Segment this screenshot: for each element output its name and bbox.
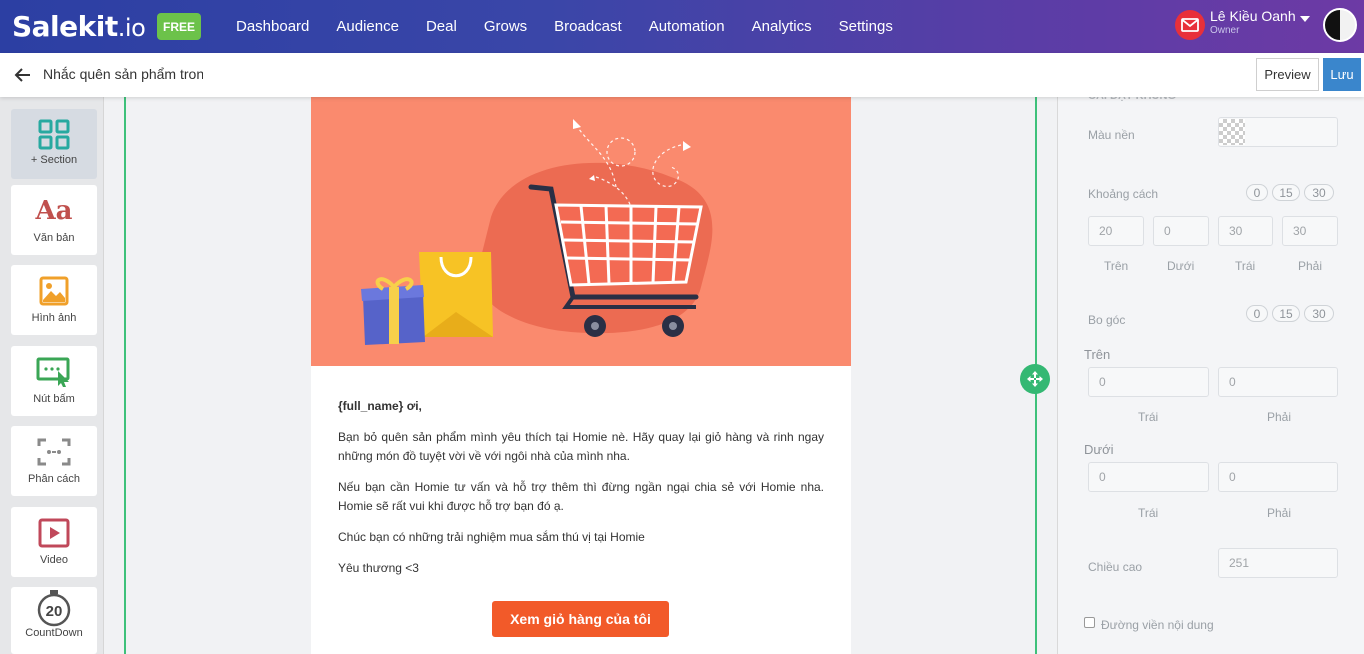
email-paragraph: Chúc bạn có những trải nghiệm mua sắm th… (338, 530, 645, 544)
radius-bottom-heading: Dưới (1084, 442, 1114, 457)
radius-preset-30[interactable]: 30 (1304, 305, 1334, 322)
button-cursor-icon (36, 355, 72, 389)
tool-label: Nút bấm (33, 393, 75, 405)
hero-image[interactable] (311, 97, 851, 366)
radius-bottom-right-input[interactable]: 0 (1218, 462, 1338, 492)
tool-label: + Section (30, 154, 78, 166)
nav-settings[interactable]: Settings (839, 18, 893, 35)
height-input[interactable]: 251 (1218, 548, 1338, 578)
tool-label: Phân cách (28, 473, 80, 485)
video-play-icon (38, 516, 70, 550)
user-name: Lê Kiều Oanh (1210, 8, 1296, 24)
border-label: Đường viền nội dung (1101, 618, 1214, 632)
radius-preset-15[interactable]: 15 (1272, 305, 1300, 322)
spacing-label: Khoảng cách (1088, 187, 1159, 201)
radius-bottom-left-label: Trái (1138, 506, 1159, 520)
spacing-right-input[interactable]: 30 (1282, 216, 1338, 246)
radius-label: Bo góc (1088, 313, 1126, 327)
email-content[interactable]: {full_name} ơi, Bạn bỏ quên sản phẩm mìn… (311, 97, 851, 654)
spacing-top-input[interactable]: 20 (1088, 216, 1144, 246)
height-label: Chiều cao (1088, 560, 1143, 574)
top-navbar: Salekit.io FREE Dashboard Audience Deal … (0, 0, 1364, 53)
preview-button[interactable]: Preview (1256, 58, 1319, 91)
email-paragraph: Nếu bạn cần Homie tư vấn và hỗ trợ thêm … (338, 480, 824, 513)
text-aa-icon: Aa (35, 196, 73, 226)
page-title[interactable]: Nhắc quên sản phẩm trong giỏ hàng (43, 66, 203, 82)
user-role: Owner (1210, 25, 1240, 36)
logo-suffix: .io (117, 14, 146, 42)
email-greeting: {full_name} ơi, (338, 399, 422, 413)
user-menu[interactable]: Lê Kiều Oanh Owner (1175, 8, 1296, 40)
view-cart-button[interactable]: Xem giỏ hàng của tôi (492, 601, 669, 637)
mail-notification-icon[interactable] (1175, 10, 1205, 40)
move-icon[interactable] (1020, 364, 1050, 394)
image-tool[interactable]: Hình ảnh (11, 265, 97, 335)
radius-top-right-input[interactable]: 0 (1218, 367, 1338, 397)
email-signoff: Yêu thương <3 (338, 561, 419, 575)
element-toolbar: + Section Aa Văn bản Hình ảnh Nút bấm Ph… (0, 97, 104, 654)
spacing-preset-15[interactable]: 15 (1272, 184, 1300, 201)
nav-dashboard[interactable]: Dashboard (236, 18, 309, 35)
email-paragraph: Bạn bỏ quên sản phẩm mình yêu thích tại … (338, 430, 824, 463)
countdown-tool[interactable]: 20 CountDown (11, 587, 97, 654)
countdown-timer-icon: 20 (36, 590, 72, 627)
radius-bottom-right-label: Phải (1267, 506, 1292, 520)
nav-audience[interactable]: Audience (336, 18, 399, 35)
radius-top-left-input[interactable]: 0 (1088, 367, 1209, 397)
spacing-bottom-label: Dưới (1167, 259, 1195, 273)
spacing-bottom-input[interactable]: 0 (1153, 216, 1209, 246)
text-tool[interactable]: Aa Văn bản (11, 185, 97, 255)
back-arrow-icon[interactable] (13, 65, 33, 85)
nav-analytics[interactable]: Analytics (752, 18, 812, 35)
profile-avatar[interactable] (1323, 8, 1357, 42)
spacing-top-label: Trên (1104, 259, 1129, 273)
spacing-preset-0[interactable]: 0 (1246, 184, 1268, 201)
background-label: Màu nền (1088, 128, 1135, 142)
salekit-logo[interactable]: Salekit.io (12, 10, 146, 43)
tool-label: CountDown (25, 627, 83, 639)
video-tool[interactable]: Video (11, 507, 97, 577)
radius-top-left-label: Trái (1138, 410, 1159, 424)
tool-label: Video (40, 554, 68, 566)
grid-section-icon (37, 118, 71, 152)
radius-top-right-label: Phải (1267, 410, 1292, 424)
nav-broadcast[interactable]: Broadcast (554, 18, 622, 35)
logo-text: Salekit (12, 10, 118, 43)
countdown-number: 20 (46, 603, 63, 620)
radius-top-heading: Trên (1084, 347, 1111, 362)
transparent-swatch[interactable] (1219, 119, 1245, 145)
spacing-left-label: Trái (1235, 259, 1256, 273)
nav-automation[interactable]: Automation (649, 18, 725, 35)
divider-icon (36, 435, 72, 469)
spacing-left-input[interactable]: 30 (1218, 216, 1273, 246)
nav-grows[interactable]: Grows (484, 18, 527, 35)
spacing-right-label: Phải (1298, 259, 1323, 273)
main-nav: Dashboard Audience Deal Grows Broadcast … (236, 0, 893, 53)
spacing-preset-30[interactable]: 30 (1304, 184, 1334, 201)
radius-bottom-left-input[interactable]: 0 (1088, 462, 1209, 492)
image-icon (39, 274, 69, 308)
plan-badge: FREE (157, 13, 201, 40)
radius-preset-0[interactable]: 0 (1246, 305, 1268, 322)
button-tool[interactable]: Nút bấm (11, 346, 97, 416)
tool-label: Hình ảnh (31, 312, 77, 324)
border-checkbox[interactable] (1084, 617, 1095, 628)
save-button[interactable]: Lưu (1323, 58, 1361, 91)
chevron-down-icon[interactable] (1300, 16, 1310, 22)
tool-label: Văn bản (33, 232, 75, 244)
editor-header: Nhắc quên sản phẩm trong giỏ hàng Previe… (0, 53, 1364, 97)
divider-tool[interactable]: Phân cách (11, 426, 97, 496)
nav-deal[interactable]: Deal (426, 18, 457, 35)
email-text-block[interactable]: {full_name} ơi, Bạn bỏ quên sản phẩm mìn… (338, 397, 824, 590)
add-section-tool[interactable]: + Section (11, 109, 97, 179)
